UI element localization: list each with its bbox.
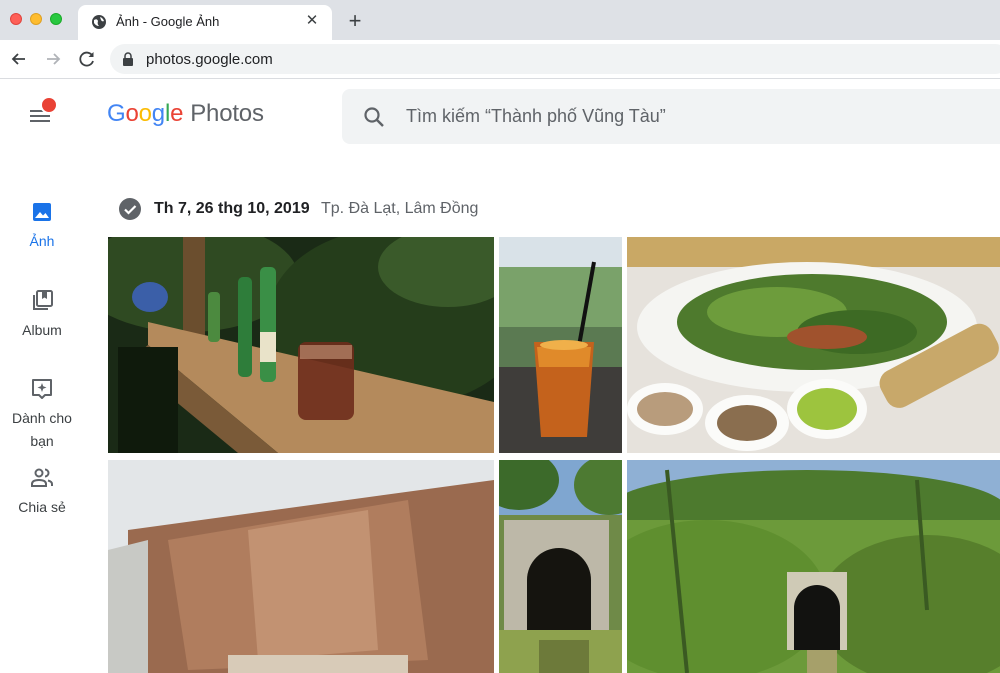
photo-image xyxy=(627,237,1000,453)
browser-tab[interactable]: Ảnh - Google Ảnh ✕ xyxy=(78,5,332,40)
new-tab-button[interactable]: + xyxy=(344,10,366,32)
browser-tab-strip: Ảnh - Google Ảnh ✕ + xyxy=(0,0,1000,40)
sidebar-item-album[interactable]: Album xyxy=(0,289,84,342)
window-minimize-button[interactable] xyxy=(30,13,42,25)
group-location[interactable]: Tp. Đà Lạt, Lâm Đồng xyxy=(321,200,478,218)
sidebar-item-label: Chia sẻ xyxy=(18,499,66,515)
forward-arrow-icon[interactable] xyxy=(42,48,64,70)
photo-thumbnail[interactable] xyxy=(627,460,1000,673)
sidebar-item-photos[interactable]: Ảnh xyxy=(0,200,84,253)
search-bar[interactable] xyxy=(342,89,1000,144)
logo-letter: o xyxy=(138,100,152,127)
photo-image xyxy=(499,460,622,673)
photo-thumbnail[interactable] xyxy=(108,460,494,673)
reload-icon[interactable] xyxy=(76,48,98,70)
photo-icon xyxy=(33,203,51,221)
browser-toolbar: photos.google.com xyxy=(0,40,1000,79)
search-input[interactable] xyxy=(406,89,986,144)
sharing-icon xyxy=(31,468,53,487)
window-maximize-button[interactable] xyxy=(50,13,62,25)
logo-letter: e xyxy=(170,100,184,127)
notification-badge xyxy=(40,96,58,114)
sidebar-item-label: Ảnh xyxy=(29,233,55,249)
sidebar-item-label: Dành cho bạn xyxy=(12,410,72,449)
group-date: Th 7, 26 thg 10, 2019 xyxy=(154,200,310,217)
assistant-icon xyxy=(32,379,52,399)
photo-image xyxy=(108,237,494,453)
sidebar-item-sharing[interactable]: Chia sẻ xyxy=(0,466,84,519)
search-icon[interactable] xyxy=(362,105,386,129)
tab-title: Ảnh - Google Ảnh xyxy=(116,14,220,29)
back-arrow-icon[interactable] xyxy=(8,48,30,70)
address-bar[interactable]: photos.google.com xyxy=(110,44,1000,74)
logo-letter: G xyxy=(107,100,126,127)
photo-thumbnail[interactable] xyxy=(499,237,622,453)
photo-image xyxy=(627,460,1000,673)
url-text: photos.google.com xyxy=(146,51,273,68)
sidebar-item-for-you[interactable]: Dành cho bạn xyxy=(0,377,84,453)
lock-icon xyxy=(123,52,133,66)
globe-icon xyxy=(92,15,106,29)
album-icon xyxy=(33,290,53,310)
photo-thumbnail[interactable] xyxy=(499,460,622,673)
logo-product-name: Photos xyxy=(190,100,264,127)
logo-letter: g xyxy=(151,100,165,127)
photo-thumbnail[interactable] xyxy=(627,237,1000,453)
select-group-check-icon[interactable] xyxy=(118,197,142,221)
window-close-button[interactable] xyxy=(10,13,22,25)
logo-letter: o xyxy=(125,100,139,127)
photo-image xyxy=(499,237,622,453)
tab-close-icon[interactable]: ✕ xyxy=(302,11,322,31)
sidebar-item-label: Album xyxy=(22,322,62,338)
photo-thumbnail[interactable] xyxy=(108,237,494,453)
photo-image xyxy=(108,460,494,673)
google-photos-logo[interactable]: Google Photos xyxy=(107,100,264,128)
